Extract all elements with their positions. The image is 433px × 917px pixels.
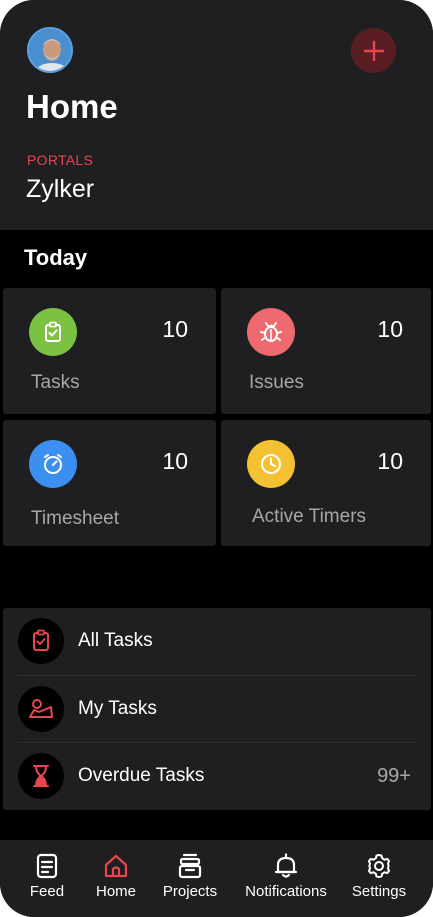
tab-label: Feed — [29, 883, 65, 900]
list-item-label: Overdue Tasks — [78, 765, 205, 786]
card-count: 10 — [162, 448, 188, 474]
card-issues[interactable]: 10 Issues — [221, 288, 431, 414]
tab-label: Home — [95, 883, 136, 900]
tab-notifications[interactable]: Notifications — [236, 840, 336, 917]
card-label: Active Timers — [252, 506, 367, 527]
bell-icon — [274, 853, 298, 878]
user-task-icon — [18, 686, 64, 732]
card-tasks[interactable]: 10 Tasks — [3, 288, 216, 414]
card-active-timers[interactable]: 10 Active Timers — [221, 420, 431, 546]
gear-icon — [368, 854, 390, 878]
tab-label: Projects — [162, 883, 218, 900]
clipboard-check-icon — [18, 618, 64, 664]
task-lists: All Tasks My Tasks Overdue Tasks 99+ — [3, 608, 431, 810]
tab-label: Settings — [351, 883, 407, 900]
home-icon — [104, 854, 128, 878]
card-count: 10 — [162, 316, 188, 342]
tab-label: Notifications — [245, 883, 327, 900]
card-count: 10 — [377, 448, 403, 474]
avatar-image — [29, 29, 71, 71]
tab-projects[interactable]: Projects — [156, 840, 224, 917]
card-label: Issues — [249, 372, 304, 393]
projects-icon — [178, 853, 202, 879]
list-item-label: All Tasks — [78, 630, 153, 651]
header: Home PORTALS Zylker — [0, 0, 433, 230]
clock-icon — [247, 440, 295, 488]
list-item-all-tasks[interactable]: All Tasks — [3, 608, 431, 675]
list-item-my-tasks[interactable]: My Tasks — [3, 676, 431, 743]
card-label: Timesheet — [31, 508, 119, 529]
card-count: 10 — [377, 316, 403, 342]
list-item-overdue-tasks[interactable]: Overdue Tasks 99+ — [3, 743, 431, 810]
plus-icon — [363, 40, 384, 61]
tab-home[interactable]: Home — [88, 840, 144, 917]
card-label: Tasks — [31, 372, 80, 393]
page-title: Home — [26, 88, 118, 125]
hourglass-icon — [18, 753, 64, 799]
card-timesheet[interactable]: 10 Timesheet — [3, 420, 216, 546]
feed-icon — [36, 853, 58, 879]
list-item-label: My Tasks — [78, 698, 157, 719]
tab-settings[interactable]: Settings — [346, 840, 412, 917]
clipboard-check-icon — [29, 308, 77, 356]
overdue-count-badge: 99+ — [377, 765, 411, 787]
stopwatch-icon — [29, 440, 77, 488]
app-screen: Home PORTALS Zylker Today 10 Tasks 10 Is… — [0, 0, 433, 917]
bug-icon — [247, 308, 295, 356]
tab-feed[interactable]: Feed — [18, 840, 76, 917]
add-button[interactable] — [351, 28, 396, 73]
bottom-tab-bar: Feed Home Projects Notifications Setting… — [0, 840, 433, 917]
portals-label: PORTALS — [27, 152, 94, 168]
avatar[interactable] — [27, 27, 73, 73]
section-title-today: Today — [24, 245, 88, 270]
portal-selector[interactable]: Zylker — [26, 175, 94, 204]
